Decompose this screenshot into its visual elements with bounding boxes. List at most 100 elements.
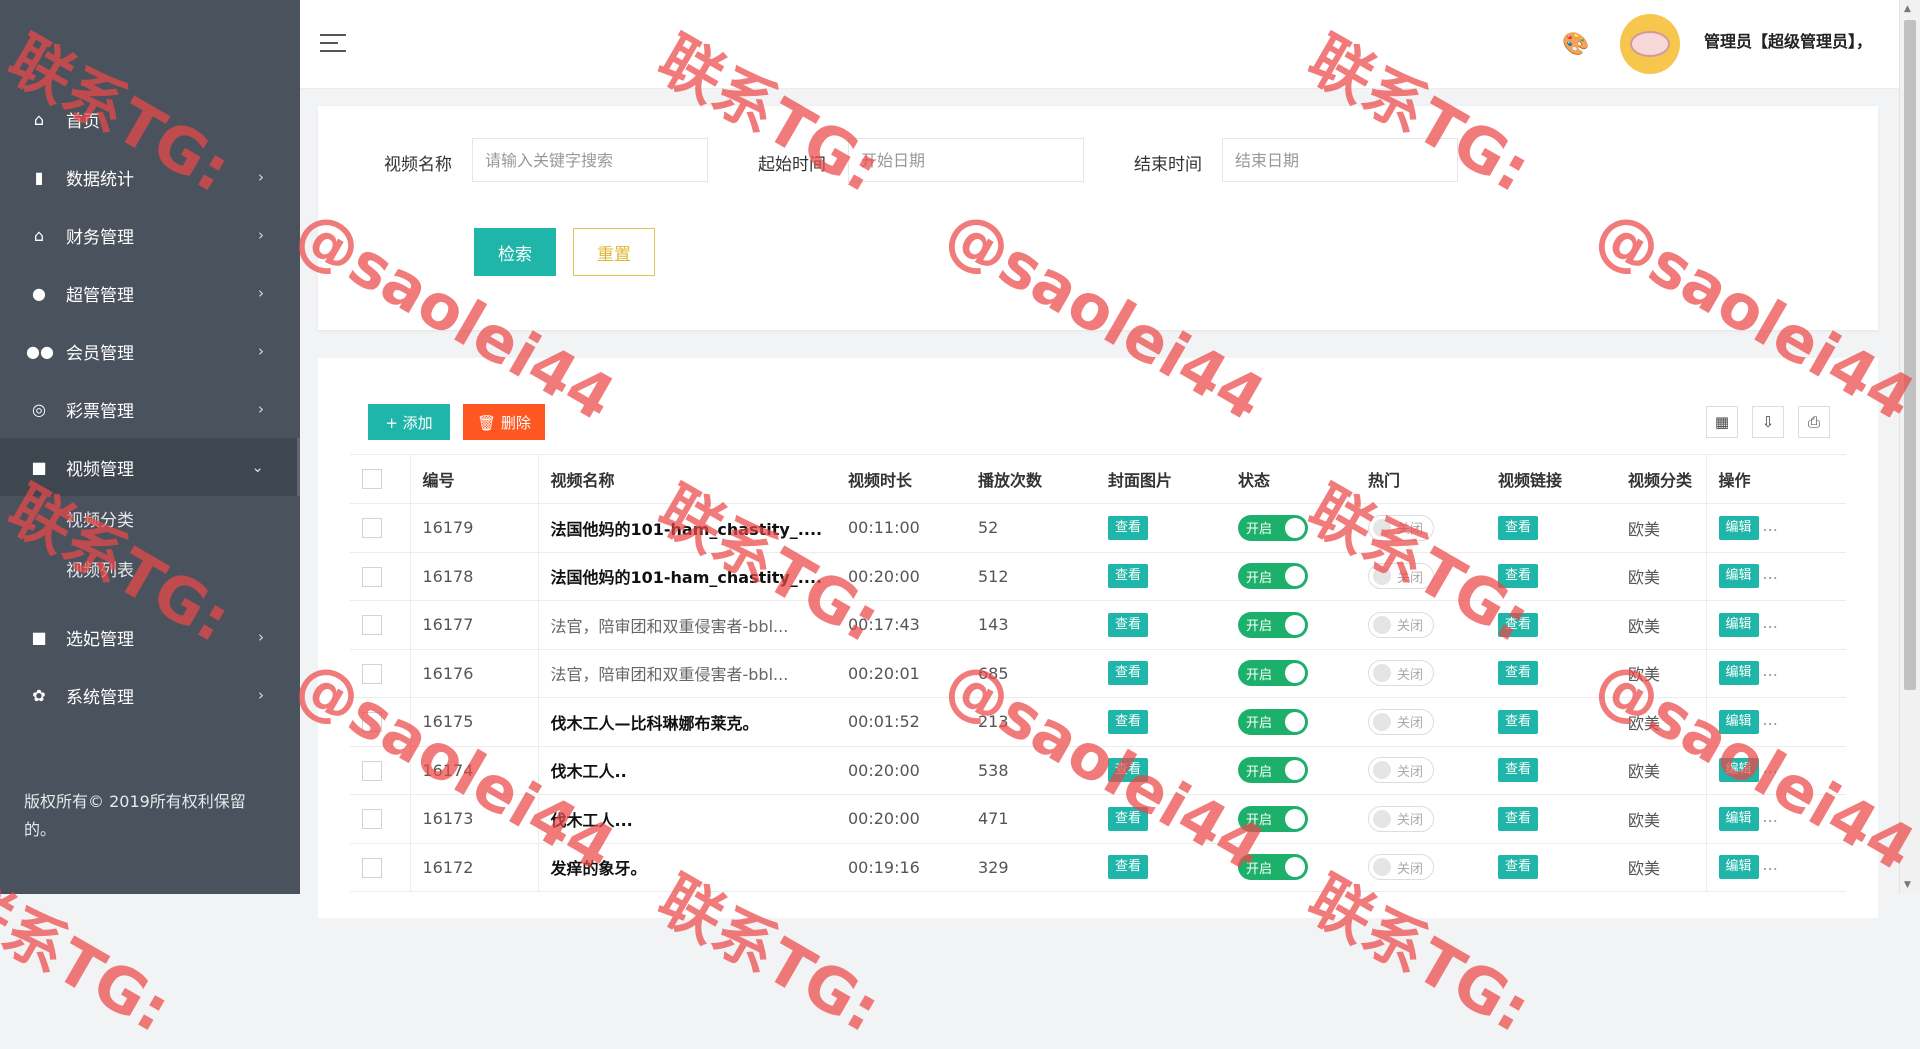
row-select-cell[interactable] bbox=[350, 649, 410, 698]
hot-toggle[interactable]: 关闭 bbox=[1368, 660, 1434, 686]
hot-toggle[interactable]: 关闭 bbox=[1368, 612, 1434, 638]
edit-button[interactable]: 编辑 bbox=[1719, 613, 1759, 637]
hot-toggle[interactable]: 关闭 bbox=[1368, 806, 1434, 832]
hot-toggle[interactable]: 关闭 bbox=[1368, 515, 1434, 541]
view-cover-button[interactable]: 查看 bbox=[1108, 807, 1148, 831]
more-actions-button[interactable]: ... bbox=[1763, 710, 1778, 729]
view-cover-button[interactable]: 查看 bbox=[1108, 758, 1148, 782]
row-checkbox[interactable] bbox=[362, 809, 382, 829]
row-checkbox[interactable] bbox=[362, 518, 382, 538]
view-link-button[interactable]: 查看 bbox=[1498, 855, 1538, 879]
column-header-category[interactable]: 视频分类 bbox=[1616, 455, 1706, 504]
scrollbar-thumb[interactable] bbox=[1904, 20, 1916, 690]
avatar[interactable] bbox=[1620, 14, 1680, 74]
sidebar-item-bank[interactable]: ⌂财务管理› bbox=[0, 206, 300, 264]
status-toggle[interactable]: 开启 bbox=[1238, 854, 1308, 880]
row-select-cell[interactable] bbox=[350, 504, 410, 553]
edit-button[interactable]: 编辑 bbox=[1719, 710, 1759, 734]
status-toggle[interactable]: 开启 bbox=[1238, 709, 1308, 735]
palette-icon[interactable]: 🎨 bbox=[1562, 32, 1589, 57]
status-toggle[interactable]: 开启 bbox=[1238, 612, 1308, 638]
column-header-cover[interactable]: 封面图片 bbox=[1096, 455, 1226, 504]
more-actions-button[interactable]: ... bbox=[1763, 855, 1778, 874]
row-checkbox[interactable] bbox=[362, 761, 382, 781]
sidebar-item-user[interactable]: ●超管管理› bbox=[0, 264, 300, 322]
add-button[interactable]: + 添加 bbox=[368, 404, 450, 440]
status-toggle[interactable]: 开启 bbox=[1238, 806, 1308, 832]
edit-button[interactable]: 编辑 bbox=[1719, 516, 1759, 540]
view-link-button[interactable]: 查看 bbox=[1498, 564, 1538, 588]
edit-button[interactable]: 编辑 bbox=[1719, 564, 1759, 588]
status-toggle[interactable]: 开启 bbox=[1238, 563, 1308, 589]
hot-toggle[interactable]: 关闭 bbox=[1368, 563, 1434, 589]
more-actions-button[interactable]: ... bbox=[1763, 613, 1778, 632]
admin-name[interactable]: 管理员【超级管理员】， bbox=[1704, 28, 1872, 52]
more-actions-button[interactable]: ... bbox=[1763, 564, 1778, 583]
column-header-video-name[interactable]: 视频名称 bbox=[538, 455, 836, 504]
view-link-button[interactable]: 查看 bbox=[1498, 661, 1538, 685]
row-select-cell[interactable] bbox=[350, 795, 410, 844]
sidebar-item-video[interactable]: ■选妃管理› bbox=[0, 608, 300, 666]
sidebar-item-bar-chart[interactable]: ▮数据统计› bbox=[0, 148, 300, 206]
sidebar-subitem-video-list[interactable]: 视频列表 bbox=[0, 546, 300, 596]
row-checkbox[interactable] bbox=[362, 712, 382, 732]
edit-button[interactable]: 编辑 bbox=[1719, 758, 1759, 782]
view-cover-button[interactable]: 查看 bbox=[1108, 710, 1148, 734]
sidebar-item-video[interactable]: ■视频管理⌄ bbox=[0, 438, 300, 496]
scroll-down-arrow-icon[interactable]: ▼ bbox=[1904, 880, 1911, 890]
row-checkbox[interactable] bbox=[362, 567, 382, 587]
more-actions-button[interactable]: ... bbox=[1763, 758, 1778, 777]
menu-toggle-icon[interactable] bbox=[320, 34, 346, 58]
column-header-duration[interactable]: 视频时长 bbox=[836, 455, 966, 504]
more-actions-button[interactable]: ... bbox=[1763, 661, 1778, 680]
view-cover-button[interactable]: 查看 bbox=[1108, 516, 1148, 540]
sidebar-item-home[interactable]: ⌂首页 bbox=[0, 90, 300, 148]
row-checkbox[interactable] bbox=[362, 615, 382, 635]
view-cover-button[interactable]: 查看 bbox=[1108, 564, 1148, 588]
more-actions-button[interactable]: ... bbox=[1763, 516, 1778, 535]
status-toggle[interactable]: 开启 bbox=[1238, 660, 1308, 686]
view-cover-button[interactable]: 查看 bbox=[1108, 661, 1148, 685]
video-name-input[interactable] bbox=[472, 138, 708, 182]
edit-button[interactable]: 编辑 bbox=[1719, 855, 1759, 879]
column-header-id[interactable]: 编号 bbox=[410, 455, 538, 504]
sidebar-item-gear[interactable]: ✿系统管理› bbox=[0, 666, 300, 724]
reset-button[interactable]: 重置 bbox=[573, 228, 655, 276]
select-all-cell[interactable] bbox=[350, 455, 410, 504]
hot-toggle[interactable]: 关闭 bbox=[1368, 854, 1434, 880]
view-link-button[interactable]: 查看 bbox=[1498, 516, 1538, 540]
row-select-cell[interactable] bbox=[350, 552, 410, 601]
row-select-cell[interactable] bbox=[350, 601, 410, 650]
print-icon[interactable]: ⎙ bbox=[1798, 406, 1830, 438]
search-button[interactable]: 检索 bbox=[474, 228, 556, 276]
sidebar-subitem-video-category[interactable]: 视频分类 bbox=[0, 496, 300, 546]
start-date-input[interactable] bbox=[848, 138, 1084, 182]
hot-toggle[interactable]: 关闭 bbox=[1368, 757, 1434, 783]
column-header-actions[interactable]: 操作 bbox=[1706, 455, 1846, 504]
view-cover-button[interactable]: 查看 bbox=[1108, 613, 1148, 637]
view-link-button[interactable]: 查看 bbox=[1498, 613, 1538, 637]
row-select-cell[interactable] bbox=[350, 698, 410, 747]
column-header-hot[interactable]: 热门 bbox=[1356, 455, 1486, 504]
end-date-input[interactable] bbox=[1222, 138, 1458, 182]
columns-filter-icon[interactable]: ▦ bbox=[1706, 406, 1738, 438]
view-cover-button[interactable]: 查看 bbox=[1108, 855, 1148, 879]
sidebar-item-users[interactable]: ●●会员管理› bbox=[0, 322, 300, 380]
hot-toggle[interactable]: 关闭 bbox=[1368, 709, 1434, 735]
sidebar-item-gamepad[interactable]: ◎彩票管理› bbox=[0, 380, 300, 438]
view-link-button[interactable]: 查看 bbox=[1498, 758, 1538, 782]
status-toggle[interactable]: 开启 bbox=[1238, 515, 1308, 541]
view-link-button[interactable]: 查看 bbox=[1498, 807, 1538, 831]
page-scrollbar[interactable]: ▲ ▼ bbox=[1899, 0, 1920, 894]
row-select-cell[interactable] bbox=[350, 746, 410, 795]
edit-button[interactable]: 编辑 bbox=[1719, 661, 1759, 685]
column-header-status[interactable]: 状态 bbox=[1226, 455, 1356, 504]
row-checkbox[interactable] bbox=[362, 858, 382, 878]
column-header-plays[interactable]: 播放次数 bbox=[966, 455, 1096, 504]
edit-button[interactable]: 编辑 bbox=[1719, 807, 1759, 831]
row-select-cell[interactable] bbox=[350, 843, 410, 892]
scroll-up-arrow-icon[interactable]: ▲ bbox=[1904, 4, 1911, 14]
delete-button[interactable]: 🗑 删除 bbox=[463, 404, 545, 440]
row-checkbox[interactable] bbox=[362, 664, 382, 684]
select-all-checkbox[interactable] bbox=[362, 469, 382, 489]
